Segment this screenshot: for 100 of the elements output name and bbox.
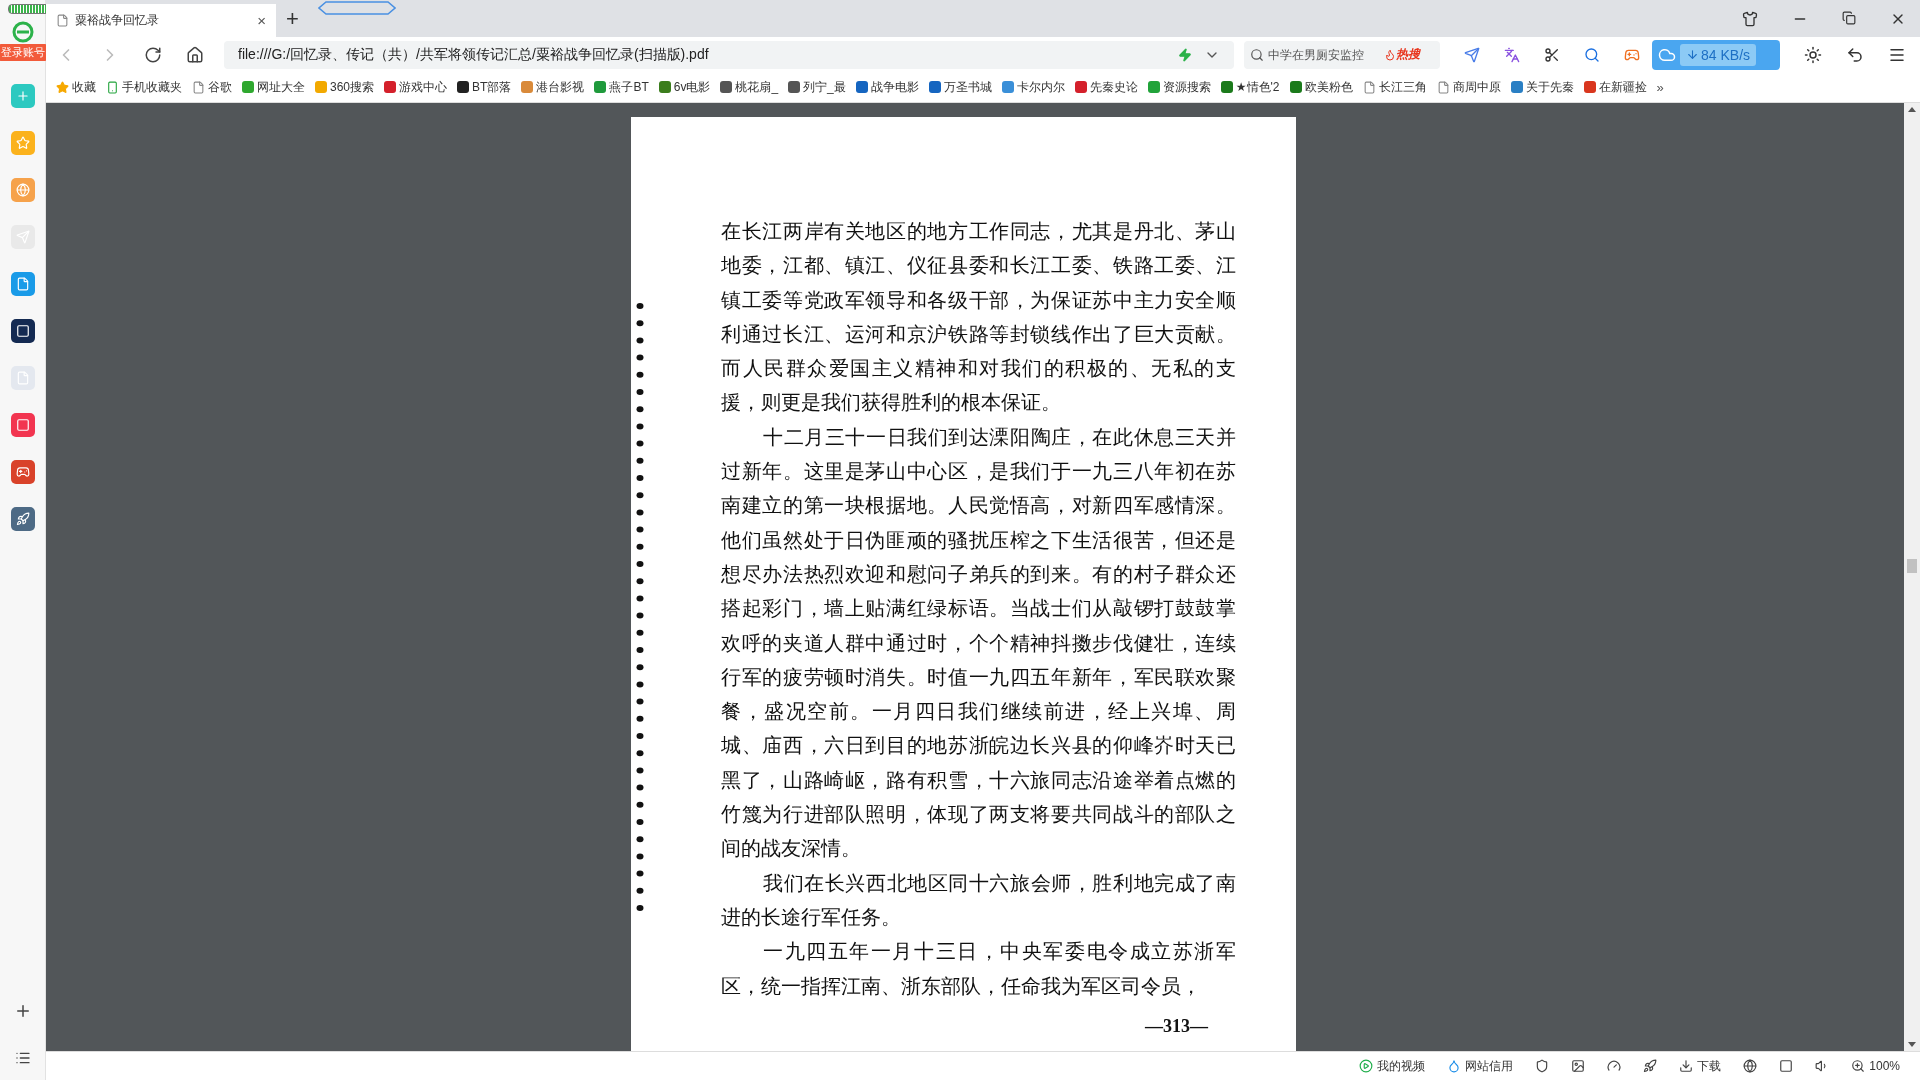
- bookmark-link[interactable]: 战争电影: [855, 78, 919, 96]
- status-icon-button[interactable]: [1743, 1059, 1758, 1073]
- bookmark-link[interactable]: 港台影视: [521, 78, 585, 96]
- bookmark-link[interactable]: 长江三角: [1362, 78, 1427, 96]
- bookmark-link[interactable]: 360搜索: [315, 78, 375, 96]
- play-icon: [1359, 1059, 1374, 1073]
- bookmark-link[interactable]: 游戏中心: [384, 78, 448, 96]
- bookmark-link[interactable]: 资源搜索: [1147, 78, 1211, 96]
- window-icon: [1779, 1059, 1794, 1073]
- page-icon: [56, 14, 69, 27]
- bookmark-link[interactable]: BT部落: [457, 78, 512, 96]
- bookmark-link[interactable]: 列宁_最: [788, 78, 846, 96]
- bookmark-link[interactable]: 收藏: [56, 78, 96, 96]
- text-line: 在长江两岸有关地区的地方工作同志，尤其是丹北、茅山: [721, 220, 1236, 244]
- text-line: 进的长途行军任务。: [721, 905, 902, 930]
- rocket-icon: [1643, 1059, 1658, 1073]
- bookmark-link[interactable]: 谷歌: [192, 78, 232, 96]
- bookmark-link[interactable]: 商周中原: [1436, 78, 1501, 96]
- text-line: 间的战友深情。: [721, 837, 862, 862]
- image-icon: [1571, 1059, 1586, 1073]
- text-line: 搭起彩门，墙上贴满红绿标语。当战士们从敲锣打鼓鼓掌: [721, 597, 1236, 622]
- text-line: 城、庙西，六日到目的地苏浙皖边长兴县的仰峰岕时天已: [721, 734, 1236, 759]
- text-line: 我们在长兴西北地区同十六旅会师，胜利地完成了南: [762, 871, 1236, 896]
- bookmark-link[interactable]: 万圣书城: [928, 78, 992, 96]
- status-icon-button[interactable]: [1643, 1059, 1658, 1073]
- scrollbar-thumb[interactable]: [1907, 559, 1917, 573]
- status-icon-button[interactable]: [1571, 1059, 1586, 1073]
- bookmark-link[interactable]: 欧美粉色: [1289, 78, 1353, 96]
- search-field[interactable]: 中学在男厕安监控 热搜: [1244, 40, 1440, 69]
- bookmark-link[interactable]: 卡尔内尔: [1001, 78, 1065, 96]
- bird-icon[interactable]: [1464, 46, 1480, 63]
- list-icon[interactable]: [14, 1050, 31, 1066]
- bookmark-link[interactable]: 先秦史论: [1074, 78, 1138, 96]
- text-line: 援，则更是我们获得胜利的根本保证。: [721, 391, 1062, 416]
- app-icon[interactable]: [10, 319, 35, 343]
- page-icon: [1362, 80, 1376, 94]
- bookmark-link[interactable]: 关于先秦: [1510, 78, 1574, 96]
- scissors-icon[interactable]: [1544, 46, 1560, 63]
- text-line: 他们虽然处于日伪匪顽的骚扰压榨之下生活很苦，但还是: [721, 528, 1236, 553]
- text-line: 竹篾为行进部队照明，体现了两支将要共同战斗的部队之: [721, 803, 1236, 828]
- reload-icon[interactable]: [144, 45, 162, 64]
- text-line: 利通过长江、运河和京沪铁路等封锁线作出了巨大贡献。: [721, 322, 1236, 347]
- bookmark-link[interactable]: ★情色'2: [1220, 78, 1280, 96]
- status-icon-button[interactable]: [1535, 1059, 1550, 1073]
- tab-title: 粟裕战争回忆录: [75, 12, 160, 29]
- zoom-icon: [1851, 1059, 1866, 1073]
- search-icon[interactable]: [1584, 46, 1600, 63]
- download-icon: [1679, 1059, 1694, 1073]
- text-line: 区，统一指挥江南、浙东部队，任命我为军区司令员，: [721, 974, 1202, 999]
- bookmark-link[interactable]: 手机收藏夹: [106, 78, 182, 96]
- droplet-icon: [1447, 1059, 1462, 1073]
- search-icon: [1250, 47, 1264, 62]
- translate-icon[interactable]: [1504, 46, 1520, 63]
- bookmark-link[interactable]: 6v电影: [658, 78, 711, 96]
- text-line: 黑了，山路崎岖，路有积雪，十六旅同志沿途举着点燃的: [721, 768, 1236, 793]
- close-tab-button[interactable]: ×: [257, 13, 266, 28]
- text-line: 镇工委等党政军领导和各级干部，为保证苏中主力安全顺: [721, 288, 1236, 313]
- page-number: —313—: [1144, 1015, 1209, 1037]
- star-icon: [56, 80, 69, 94]
- shield-icon: [1535, 1059, 1550, 1073]
- text-line: 地委，江都、镇江、仪征县委和长江工委、铁路工委、江: [721, 254, 1236, 279]
- restore-icon[interactable]: [1842, 10, 1856, 25]
- bookmark-link[interactable]: 燕子BT: [594, 78, 649, 96]
- text-line: 南建立的第一块根据地。人民觉悟高，对新四军感情深。: [721, 494, 1236, 519]
- scroll-up-icon[interactable]: [1908, 107, 1916, 112]
- text-line: 想尽办法热烈欢迎和慰问子弟兵的到来。有的村子群众还: [721, 562, 1236, 587]
- home-icon[interactable]: [186, 45, 204, 64]
- scroll-down-icon[interactable]: [1908, 1042, 1916, 1047]
- hexagon-outline-icon: [318, 1, 396, 15]
- text-line: 一九四五年一月十三日，中央军委电令成立苏浙军: [762, 940, 1236, 965]
- text-line: 行军的疲劳顿时消失。时值一九四五年新年，军民联欢聚: [721, 665, 1236, 690]
- status-icon-button[interactable]: [1607, 1059, 1622, 1073]
- bookmark-link[interactable]: 在新疆捡: [1583, 78, 1647, 96]
- status-icon-button[interactable]: [1779, 1059, 1794, 1073]
- page-icon: [192, 80, 205, 94]
- phone-icon: [106, 80, 119, 94]
- new-tab-button[interactable]: +: [286, 7, 299, 30]
- status-button[interactable]: 我的视频: [1359, 1057, 1426, 1075]
- more-bookmarks-button[interactable]: »: [1656, 80, 1664, 94]
- down-arrow-icon: [1686, 48, 1699, 61]
- gauge-icon: [1607, 1059, 1622, 1073]
- status-button[interactable]: 100%: [1851, 1059, 1900, 1073]
- status-button[interactable]: 网站信用: [1447, 1057, 1514, 1075]
- text-line: 而人民群众爱国主义精神和对我们的积极的、无私的支: [721, 357, 1236, 382]
- undo-icon[interactable]: [1846, 45, 1864, 64]
- page-icon: [1436, 80, 1450, 94]
- status-button[interactable]: 下载: [1679, 1057, 1722, 1075]
- hot-search-link[interactable]: 热搜: [1384, 46, 1420, 63]
- address-field[interactable]: file:///G:/回忆录、传记（共）/共军将领传记汇总/粟裕战争回忆录(扫描版).pdf: [224, 40, 1234, 69]
- text-line: 过新年。这里是茅山中心区，是我们于一九三八年初在苏: [721, 460, 1236, 485]
- bookmark-link[interactable]: 网址大全: [242, 78, 305, 96]
- text-line: 欢呼的夹道人群中通过时，个个精神抖擞步伐健壮，连续: [721, 631, 1236, 656]
- globe-icon: [1743, 1059, 1758, 1073]
- scrollbar[interactable]: [1904, 103, 1920, 1051]
- browser-tab[interactable]: 粟裕战争回忆录 ×: [46, 4, 276, 37]
- skin-icon[interactable]: [1742, 10, 1758, 27]
- bookmark-link[interactable]: 桃花扇_: [720, 78, 779, 96]
- brightness-icon[interactable]: [1804, 45, 1822, 64]
- text-line: 餐，盛况空前。一月四日我们继续前进，经上兴埠、周: [721, 700, 1236, 725]
- browser-logo-icon: [10, 20, 35, 44]
